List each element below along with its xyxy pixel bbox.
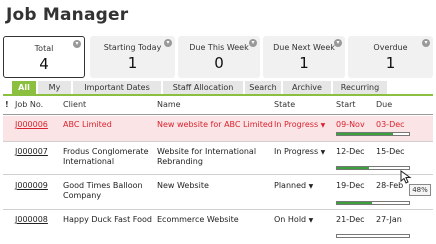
progress-fill [337, 167, 370, 169]
tab-archive[interactable]: Archive [283, 81, 331, 94]
header-state[interactable]: State [274, 100, 295, 109]
page-title: Job Manager [6, 5, 129, 25]
name-cell: Ecommerce Website [157, 215, 239, 224]
name-cell: New website for ABC Limited [157, 120, 273, 129]
stat-value: 4 [39, 55, 49, 73]
caret-down-icon: ▼ [320, 149, 326, 156]
client-cell: Good Times Balloon Company [63, 181, 143, 200]
stat-label: Due Next Week [273, 43, 335, 52]
caret-down-icon: ▼ [320, 122, 326, 129]
due-cell: 15-Dec [376, 147, 405, 156]
stat-value: 1 [299, 54, 309, 72]
start-cell: 19-Dec [336, 181, 365, 190]
start-cell: 21-Dec [336, 215, 365, 224]
tab-my[interactable]: My [38, 81, 71, 94]
chevron-down-icon[interactable]: ▾ [422, 39, 430, 47]
header-name[interactable]: Name [157, 100, 181, 109]
mouse-pointer-icon [400, 170, 412, 184]
table-row[interactable]: J000009 Good Times Balloon Company New W… [3, 175, 433, 210]
progress-bar[interactable] [336, 166, 410, 170]
client-cell: Frodus Conglomerate International [63, 147, 149, 166]
stat-starting-today[interactable]: ▾ Starting Today 1 [90, 36, 175, 78]
stat-overdue[interactable]: ▾ Overdue 1 [348, 36, 433, 78]
state-dropdown[interactable]: On Hold ▼ [274, 215, 313, 226]
job-number-link[interactable]: J000006 [15, 120, 48, 130]
client-cell: Happy Duck Fast Food [63, 215, 152, 224]
state-label: On Hold [274, 215, 307, 224]
stat-value: 1 [385, 54, 396, 72]
table-row[interactable]: J000006 ABC Limited New website for ABC … [3, 116, 433, 142]
tab-staff-allocation[interactable]: Staff Allocation [163, 81, 243, 94]
header-divider [3, 114, 433, 115]
state-label: In Progress [274, 147, 319, 156]
progress-bar[interactable] [336, 132, 410, 136]
state-label: In Progress [274, 120, 319, 129]
stat-label: Total [34, 44, 54, 53]
header-due[interactable]: Due [376, 100, 392, 109]
due-cell: 27-Jan [376, 215, 402, 224]
job-number-link[interactable]: J000007 [15, 147, 48, 157]
stat-value: 0 [214, 54, 224, 72]
stat-due-this-week[interactable]: ▾ Due This Week 0 [178, 36, 260, 78]
chevron-down-icon[interactable]: ▾ [164, 39, 172, 47]
tab-important-dates[interactable]: Important Dates [73, 81, 161, 94]
name-cell: Website for International Rebranding [157, 147, 257, 166]
tab-search[interactable]: Search [245, 81, 281, 94]
header-job-no[interactable]: Job No. [15, 100, 43, 109]
stat-label: Due This Week [189, 43, 249, 52]
progress-fill [337, 202, 372, 204]
start-cell: 09-Nov [336, 120, 365, 129]
state-label: Planned [274, 181, 307, 190]
progress-bar[interactable] [336, 201, 410, 205]
table-row[interactable]: J000008 Happy Duck Fast Food Ecommerce W… [3, 210, 433, 244]
chevron-down-icon[interactable]: ▾ [73, 40, 81, 48]
job-number-link[interactable]: J000008 [15, 215, 48, 225]
table-row[interactable]: J000007 Frodus Conglomerate Internationa… [3, 142, 433, 175]
name-cell: New Website [157, 181, 209, 190]
client-cell: ABC Limited [63, 120, 112, 129]
state-dropdown[interactable]: In Progress ▼ [274, 120, 325, 131]
state-dropdown[interactable]: Planned ▼ [274, 181, 313, 192]
tab-underline [3, 94, 433, 96]
chevron-down-icon[interactable]: ▾ [334, 39, 342, 47]
caret-down-icon: ▼ [308, 183, 314, 190]
tab-all[interactable]: All [12, 81, 36, 94]
progress-fill [337, 133, 394, 135]
stat-label: Overdue [373, 43, 408, 52]
progress-bar[interactable] [336, 234, 410, 238]
job-number-link[interactable]: J000009 [15, 181, 48, 191]
progress-tooltip: 48% [409, 184, 431, 196]
stat-value: 1 [127, 54, 138, 72]
header-client[interactable]: Client [63, 100, 86, 109]
tab-recurring[interactable]: Recurring [333, 81, 387, 94]
caret-down-icon: ▼ [308, 217, 314, 224]
state-dropdown[interactable]: In Progress ▼ [274, 147, 325, 158]
due-cell: 03-Dec [376, 120, 405, 129]
tab-bar: All My Important Dates Staff Allocation … [3, 81, 433, 94]
chevron-down-icon[interactable]: ▾ [249, 39, 257, 47]
stat-label: Starting Today [103, 43, 162, 52]
stats-panel: ▾ Total 4 ▾ Starting Today 1 ▾ Due This … [3, 36, 433, 78]
start-cell: 12-Dec [336, 147, 365, 156]
header-start[interactable]: Start [336, 100, 356, 109]
header-flag[interactable]: ! [5, 100, 9, 109]
stat-due-next-week[interactable]: ▾ Due Next Week 1 [263, 36, 345, 78]
stat-total[interactable]: ▾ Total 4 [3, 36, 85, 78]
